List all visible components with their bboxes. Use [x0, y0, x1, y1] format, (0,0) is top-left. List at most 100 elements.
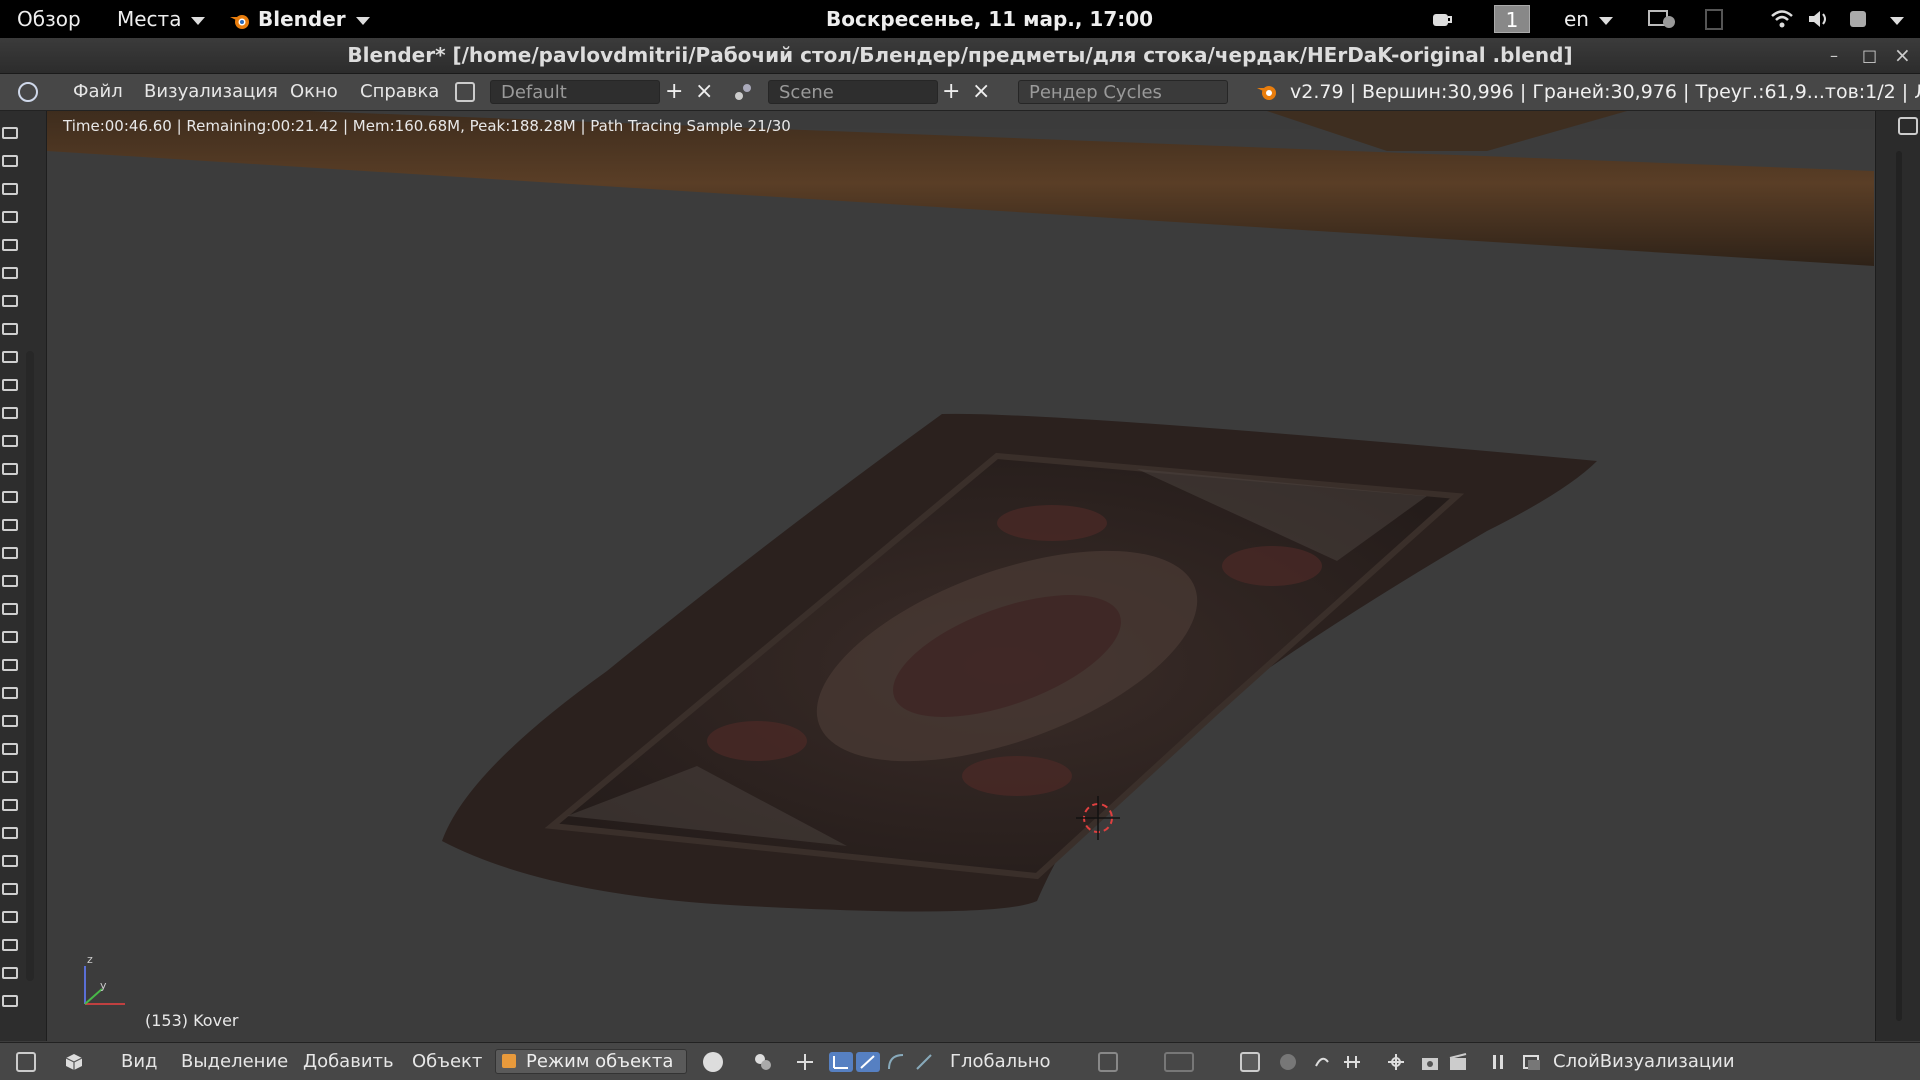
- menu-window[interactable]: Окно: [290, 74, 338, 110]
- power-icon[interactable]: [1847, 8, 1871, 30]
- axis-y-label: y: [100, 979, 107, 992]
- menu-render[interactable]: Визуализация: [144, 74, 278, 110]
- render-layer-field[interactable]: СлойВизуализации: [1553, 1043, 1735, 1080]
- camera-tool-icon[interactable]: [2, 183, 18, 195]
- camera-tool-icon[interactable]: [2, 211, 18, 223]
- opengl-animation-icon[interactable]: [1448, 1052, 1468, 1072]
- transform-orientation-icon[interactable]: [914, 1052, 934, 1072]
- camera-tool-icon[interactable]: [2, 127, 18, 139]
- render-engine-select[interactable]: Рендер Cycles: [1018, 80, 1228, 104]
- 3d-viewport[interactable]: z y Time:00:46.60 | Remaining:00:21.42 |…: [47, 111, 1874, 1041]
- snap-target-icon[interactable]: [1386, 1052, 1406, 1072]
- object-mode-icon: [502, 1054, 516, 1068]
- system-menu-chevron[interactable]: [1880, 0, 1904, 38]
- app-menu[interactable]: Blender: [228, 0, 370, 38]
- add-layout-button[interactable]: +: [665, 74, 683, 110]
- wifi-icon[interactable]: [1770, 8, 1794, 30]
- mode-label: Режим объекта: [526, 1051, 674, 1072]
- camera-tool-icon[interactable]: [2, 351, 18, 363]
- camera-tool-icon[interactable]: [2, 687, 18, 699]
- camera-tool-icon[interactable]: [2, 155, 18, 167]
- translate-manipulator-icon[interactable]: [829, 1052, 853, 1072]
- camera-tool-icon[interactable]: [2, 323, 18, 335]
- camera-tool-icon[interactable]: [2, 883, 18, 895]
- camera-tool-icon[interactable]: [2, 855, 18, 867]
- camera-tool-icon[interactable]: [2, 659, 18, 671]
- close-button[interactable]: ×: [1894, 38, 1911, 73]
- viewport-shading-icon[interactable]: [703, 1052, 723, 1072]
- camera-tool-icon[interactable]: [2, 575, 18, 587]
- camera-tool-icon[interactable]: [2, 519, 18, 531]
- proportional-edit-icon[interactable]: [1280, 1054, 1296, 1070]
- screen-layout-icon[interactable]: [455, 82, 475, 102]
- properties-toggle-icon[interactable]: [1898, 117, 1918, 135]
- menu-file[interactable]: Файл: [73, 74, 123, 110]
- orientation-select[interactable]: Глобально: [950, 1043, 1051, 1080]
- render-layer-icon[interactable]: [1522, 1052, 1542, 1072]
- activities-button[interactable]: Обзор: [17, 0, 81, 38]
- add-scene-button[interactable]: +: [942, 74, 960, 110]
- camera-tool-icon[interactable]: [2, 267, 18, 279]
- network-settings-icon[interactable]: [1647, 8, 1677, 30]
- remove-scene-button[interactable]: ×: [972, 74, 990, 110]
- scene-icon[interactable]: [733, 82, 753, 102]
- menu-help[interactable]: Справка: [360, 74, 439, 110]
- minimize-button[interactable]: –: [1830, 38, 1838, 73]
- properties-scrollbar[interactable]: [1896, 151, 1902, 1021]
- pause-icon[interactable]: [1488, 1052, 1508, 1072]
- volume-icon[interactable]: [1807, 8, 1831, 30]
- tool-shelf-scrollbar[interactable]: [26, 351, 34, 981]
- maximize-button[interactable]: □: [1862, 38, 1877, 73]
- pivot-point-icon[interactable]: [753, 1052, 773, 1072]
- snap-element-icon[interactable]: [1342, 1052, 1362, 1072]
- scale-manipulator-icon[interactable]: [886, 1052, 906, 1072]
- clipboard-icon[interactable]: [1702, 8, 1726, 30]
- camera-tool-icon[interactable]: [2, 239, 18, 251]
- clock[interactable]: Воскресенье, 11 мар., 17:00: [826, 0, 1153, 38]
- mode-select[interactable]: Режим объекта: [495, 1049, 687, 1074]
- camera-tool-icon[interactable]: [2, 463, 18, 475]
- window-title: Blender* [/home/pavlovdmitrii/Рабочий ст…: [347, 43, 1573, 67]
- camera-tool-icon[interactable]: [2, 491, 18, 503]
- manipulator-toggle-icon[interactable]: [795, 1052, 815, 1072]
- camera-tool-icon[interactable]: [2, 407, 18, 419]
- workspace-indicator[interactable]: 1: [1494, 5, 1530, 33]
- camera-tool-icon[interactable]: [2, 827, 18, 839]
- camera-tool-icon[interactable]: [2, 771, 18, 783]
- camera-tool-icon[interactable]: [2, 743, 18, 755]
- lock-camera-icon[interactable]: [1240, 1052, 1260, 1072]
- active-object-label: (153) Kover: [145, 1011, 239, 1030]
- places-menu[interactable]: Места: [117, 0, 206, 38]
- opengl-render-icon[interactable]: [1420, 1052, 1440, 1072]
- camera-tool-icon[interactable]: [2, 547, 18, 559]
- language-menu[interactable]: en: [1564, 0, 1613, 38]
- menu-view[interactable]: Вид: [121, 1043, 158, 1080]
- info-editor-icon[interactable]: [18, 82, 38, 102]
- 3d-view-editor-icon[interactable]: [64, 1052, 84, 1072]
- camera-tool-icon[interactable]: [2, 631, 18, 643]
- camera-tool-icon[interactable]: [2, 379, 18, 391]
- camera-tool-icon[interactable]: [2, 911, 18, 923]
- viewport-scene: z y: [47, 111, 1874, 1041]
- menu-select[interactable]: Выделение: [181, 1043, 288, 1080]
- menu-object[interactable]: Объект: [412, 1043, 482, 1080]
- camera-tool-icon[interactable]: [2, 435, 18, 447]
- rotate-manipulator-icon[interactable]: [856, 1052, 880, 1072]
- camera-tool-icon[interactable]: [2, 967, 18, 979]
- camera-tool-icon[interactable]: [2, 603, 18, 615]
- camera-tool-icon[interactable]: [2, 715, 18, 727]
- layers-icon[interactable]: [1098, 1052, 1118, 1072]
- menu-add[interactable]: Добавить: [303, 1043, 394, 1080]
- screen-layout-field[interactable]: Default: [490, 80, 660, 104]
- coffee-cup-icon[interactable]: [1430, 8, 1454, 30]
- camera-tool-icon[interactable]: [2, 939, 18, 951]
- remove-layout-button[interactable]: ×: [695, 74, 713, 110]
- snap-icon[interactable]: [1312, 1052, 1332, 1072]
- scene-field[interactable]: Scene: [768, 80, 938, 104]
- layer-grid-icon[interactable]: [1164, 1052, 1194, 1072]
- outliner-editor-icon[interactable]: [16, 1052, 36, 1072]
- camera-tool-icon[interactable]: [2, 295, 18, 307]
- camera-tool-icon[interactable]: [2, 799, 18, 811]
- camera-tool-icon[interactable]: [2, 995, 18, 1007]
- places-label: Места: [117, 7, 182, 31]
